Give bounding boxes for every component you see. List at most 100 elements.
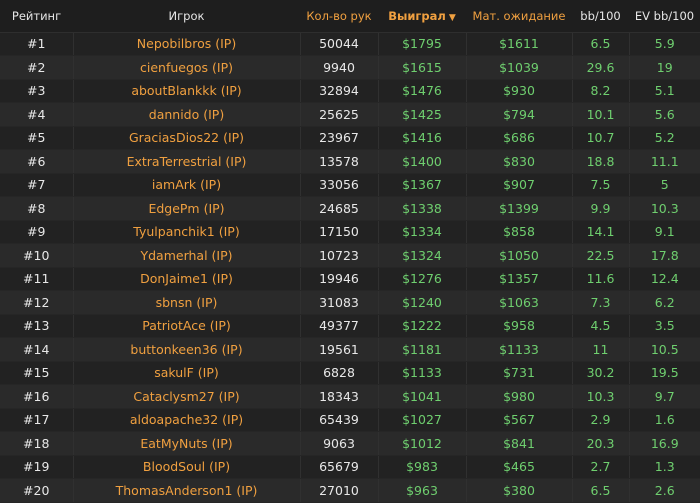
hands-cell: 31083 — [300, 290, 379, 315]
rank-cell: #7 — [0, 173, 74, 197]
rank-cell: #3 — [0, 79, 74, 103]
hands-cell: 17150 — [300, 220, 379, 244]
rank-cell: #6 — [0, 149, 74, 174]
won-cell: $1240 — [378, 290, 467, 315]
won-cell: $1367 — [378, 173, 467, 197]
rank-cell: #2 — [0, 55, 74, 80]
won-cell: $1338 — [378, 196, 467, 221]
player-link[interactable]: DonJaime1 (IP) — [73, 267, 301, 291]
won-cell: $1615 — [378, 55, 467, 80]
table-row: #4 dannido (IP) 25625 $1425 $794 10.1 5.6 — [0, 102, 700, 127]
bb100-cell: 4.5 — [572, 314, 630, 338]
hands-cell: 33056 — [300, 173, 379, 197]
column-header-rank[interactable]: Рейтинг — [0, 0, 73, 33]
bb100-cell: 2.7 — [572, 455, 630, 479]
column-header-bb100[interactable]: bb/100 — [572, 0, 629, 33]
evbb100-cell: 1.6 — [629, 408, 700, 432]
column-header-hands[interactable]: Кол-во рук — [300, 0, 378, 33]
ev-cell: $1039 — [466, 55, 573, 80]
ev-cell: $380 — [466, 478, 573, 503]
hands-cell: 50044 — [300, 32, 379, 56]
won-cell: $983 — [378, 455, 467, 479]
player-link[interactable]: iamArk (IP) — [73, 173, 301, 197]
won-cell: $1222 — [378, 314, 467, 338]
player-link[interactable]: ThomasAnderson1 (IP) — [73, 478, 301, 503]
hands-cell: 25625 — [300, 102, 379, 127]
bb100-cell: 9.9 — [572, 196, 630, 221]
evbb100-cell: 1.3 — [629, 455, 700, 479]
hands-cell: 49377 — [300, 314, 379, 338]
rank-cell: #13 — [0, 314, 74, 338]
player-link[interactable]: Tyulpanchik1 (IP) — [73, 220, 301, 244]
evbb100-cell: 5.2 — [629, 126, 700, 150]
evbb100-cell: 2.6 — [629, 478, 700, 503]
rank-cell: #4 — [0, 102, 74, 127]
table-row: #12 sbnsn (IP) 31083 $1240 $1063 7.3 6.2 — [0, 290, 700, 315]
rank-cell: #1 — [0, 32, 74, 56]
evbb100-cell: 6.2 — [629, 290, 700, 315]
ev-cell: $465 — [466, 455, 573, 479]
table-row: #14 buttonkeen36 (IP) 19561 $1181 $1133 11 10.… — [0, 337, 700, 362]
table-header-row: Рейтинг Игрок Кол-во рук Выиграл ▼ Мат. о… — [0, 0, 700, 33]
ev-cell: $1050 — [466, 243, 573, 268]
player-link[interactable]: buttonkeen36 (IP) — [73, 337, 301, 362]
player-link[interactable]: ExtraTerrestrial (IP) — [73, 149, 301, 174]
rank-cell: #17 — [0, 408, 74, 432]
player-link[interactable]: cienfuegos (IP) — [73, 55, 301, 80]
column-header-ev[interactable]: Мат. ожидание — [466, 0, 572, 33]
player-link[interactable]: PatriotAce (IP) — [73, 314, 301, 338]
ev-cell: $1399 — [466, 196, 573, 221]
table-row: #10 Ydamerhal (IP) 10723 $1324 $1050 22.5 17.8 — [0, 243, 700, 268]
evbb100-cell: 9.1 — [629, 220, 700, 244]
column-header-won[interactable]: Выиграл ▼ — [378, 0, 466, 33]
player-link[interactable]: EatMyNuts (IP) — [73, 431, 301, 456]
evbb100-cell: 10.5 — [629, 337, 700, 362]
player-link[interactable]: dannido (IP) — [73, 102, 301, 127]
player-link[interactable]: Nepobilbros (IP) — [73, 32, 301, 56]
bb100-cell: 7.5 — [572, 173, 630, 197]
player-link[interactable]: EdgePm (IP) — [73, 196, 301, 221]
evbb100-cell: 5.1 — [629, 79, 700, 103]
hands-cell: 23967 — [300, 126, 379, 150]
bb100-cell: 6.5 — [572, 32, 630, 56]
table-row: #19 BloodSoul (IP) 65679 $983 $465 2.7 1.3 — [0, 455, 700, 479]
bb100-cell: 29.6 — [572, 55, 630, 80]
hands-cell: 65679 — [300, 455, 379, 479]
player-link[interactable]: aboutBlankkk (IP) — [73, 79, 301, 103]
evbb100-cell: 16.9 — [629, 431, 700, 456]
bb100-cell: 7.3 — [572, 290, 630, 315]
evbb100-cell: 3.5 — [629, 314, 700, 338]
column-header-evbb100[interactable]: EV bb/100 — [629, 0, 700, 33]
ev-cell: $858 — [466, 220, 573, 244]
column-header-won-label: Выиграл — [388, 8, 446, 23]
won-cell: $1027 — [378, 408, 467, 432]
ev-cell: $567 — [466, 408, 573, 432]
rank-cell: #14 — [0, 337, 74, 362]
player-link[interactable]: aldoapache32 (IP) — [73, 408, 301, 432]
player-link[interactable]: sakulF (IP) — [73, 361, 301, 385]
table-row: #1 Nepobilbros (IP) 50044 $1795 $1611 6.5 5.9 — [0, 32, 700, 56]
rank-cell: #15 — [0, 361, 74, 385]
player-link[interactable]: Ydamerhal (IP) — [73, 243, 301, 268]
table-row: #2 cienfuegos (IP) 9940 $1615 $1039 29.6 19 — [0, 55, 700, 80]
table-row: #7 iamArk (IP) 33056 $1367 $907 7.5 5 — [0, 173, 700, 197]
bb100-cell: 30.2 — [572, 361, 630, 385]
table-row: #6 ExtraTerrestrial (IP) 13578 $1400 $830 18.… — [0, 149, 700, 174]
ev-cell: $794 — [466, 102, 573, 127]
table-body: #1 Nepobilbros (IP) 50044 $1795 $1611 6.5 5.9 #… — [0, 32, 700, 503]
bb100-cell: 11.6 — [572, 267, 630, 291]
bb100-cell: 2.9 — [572, 408, 630, 432]
hands-cell: 6828 — [300, 361, 379, 385]
won-cell: $963 — [378, 478, 467, 503]
player-link[interactable]: sbnsn (IP) — [73, 290, 301, 315]
ev-cell: $731 — [466, 361, 573, 385]
ev-cell: $907 — [466, 173, 573, 197]
player-link[interactable]: Cataclysm27 (IP) — [73, 384, 301, 409]
table-row: #5 GraciasDios22 (IP) 23967 $1416 $686 10.7 5.… — [0, 126, 700, 150]
player-link[interactable]: BloodSoul (IP) — [73, 455, 301, 479]
ev-cell: $1357 — [466, 267, 573, 291]
player-link[interactable]: GraciasDios22 (IP) — [73, 126, 301, 150]
column-header-player[interactable]: Игрок — [73, 0, 300, 33]
evbb100-cell: 9.7 — [629, 384, 700, 409]
hands-cell: 9940 — [300, 55, 379, 80]
